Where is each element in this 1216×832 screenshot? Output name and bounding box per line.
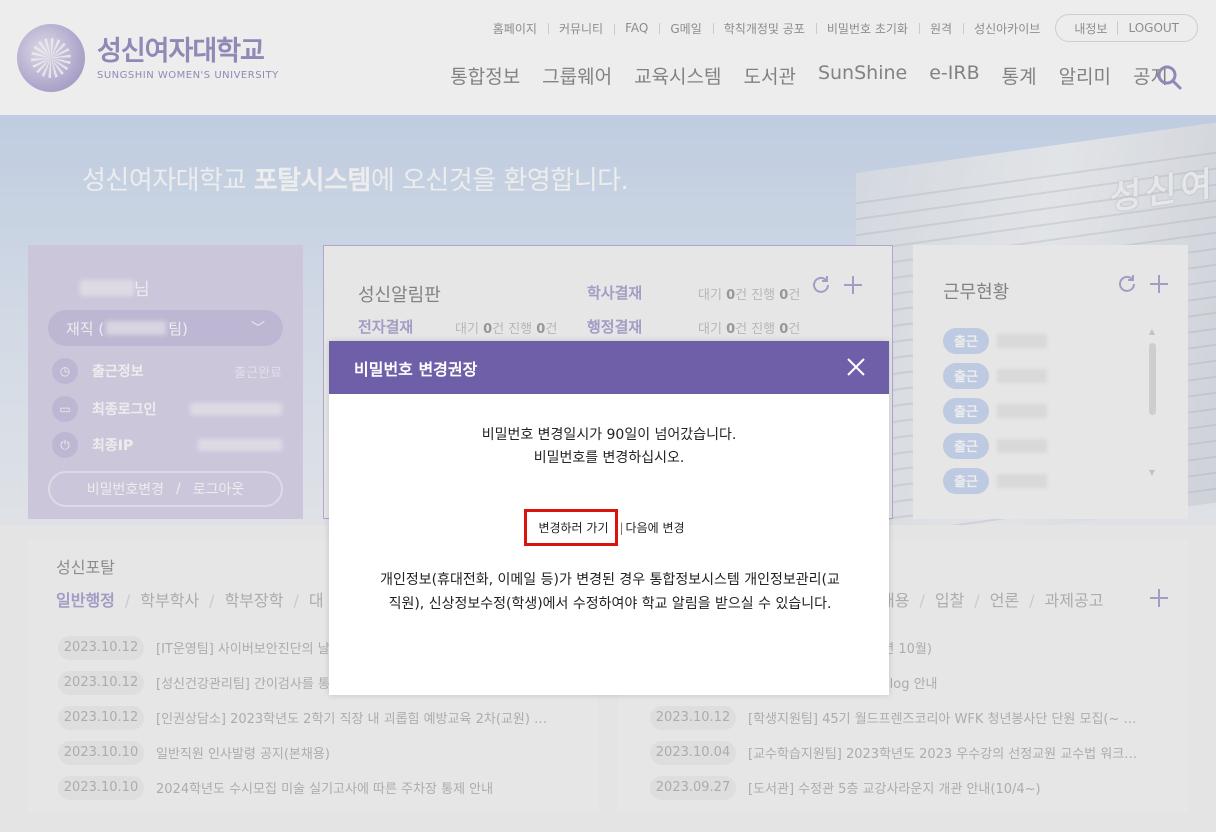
dialog-title: 비밀번호 변경권장 — [354, 359, 478, 379]
dialog-note: 개인정보(휴대전화, 이메일 등)가 변경된 경우 통합정보시스템 개인정보관리… — [380, 572, 840, 612]
password-change-dialog: 비밀번호 변경권장 비밀번호 변경일시가 90일이 넘어갔습니다. 비밀번호를 … — [329, 341, 889, 695]
dialog-message: 비밀번호 변경일시가 90일이 넘어갔습니다. 비밀번호를 변경하십시오. — [481, 427, 737, 466]
dialog-actions: 변경하러 가기 다음에 변경 — [329, 509, 889, 546]
dialog-header: 비밀번호 변경권장 — [329, 341, 889, 394]
close-icon[interactable] — [845, 356, 867, 378]
change-later-button[interactable]: 다음에 변경 — [620, 509, 685, 546]
go-change-password-button[interactable]: 변경하러 가기 — [524, 509, 618, 546]
